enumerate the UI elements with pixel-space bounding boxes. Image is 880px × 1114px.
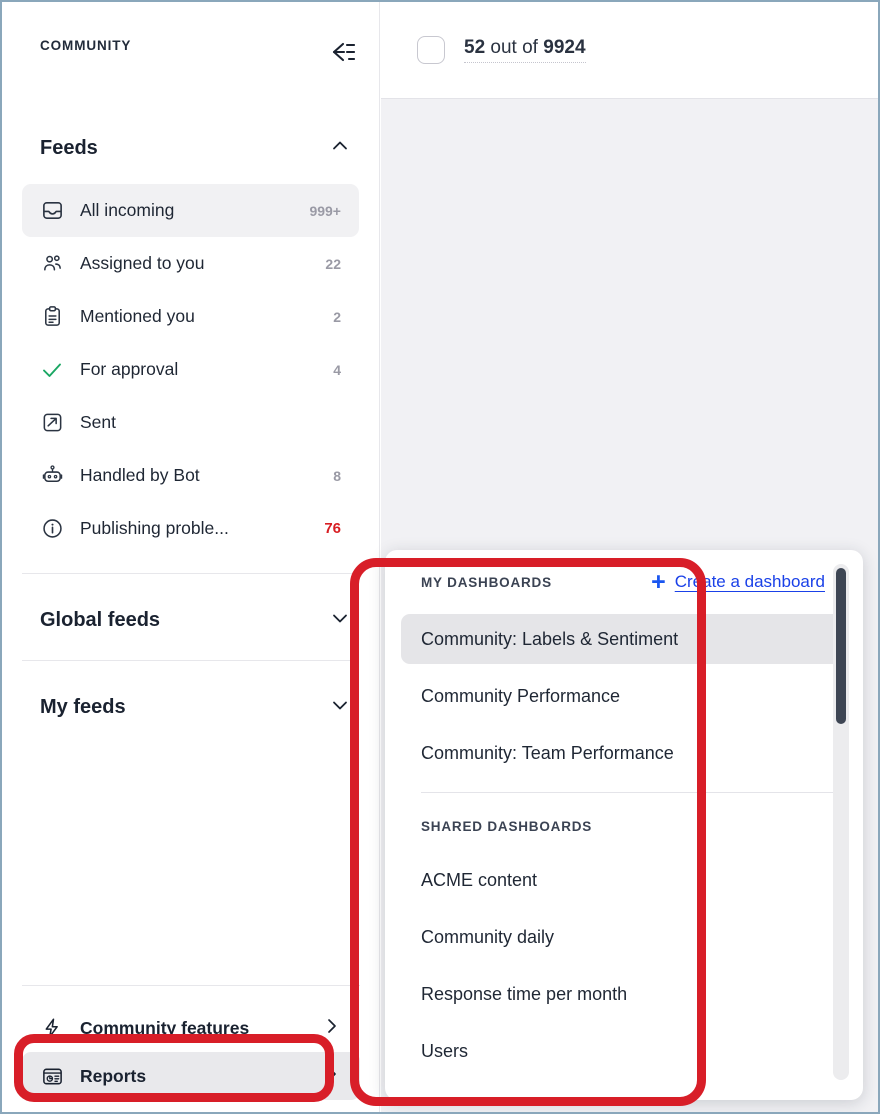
main-toolbar: 52 out of 9924 [381,2,878,99]
sidebar-item-label: Publishing proble... [80,518,316,539]
list-item[interactable]: Community Performance [401,671,847,721]
collapse-sidebar-icon[interactable] [327,38,357,66]
workspace-title: COMMUNITY [40,38,131,53]
chevron-right-icon[interactable] [322,1064,342,1089]
select-all-checkbox[interactable] [417,36,445,64]
lightning-icon [40,1016,64,1040]
list-item[interactable]: Response time per month [401,969,847,1019]
sidebar-item-count: 76 [324,520,341,537]
dashboard-label: Response time per month [421,984,627,1005]
shared-dashboards-list: ACME content Community daily Response ti… [385,855,863,1076]
plus-icon: + [651,570,666,595]
feeds-list: All incoming 999+ Assigned to you 22 [2,184,379,555]
sidebar-item-count: 22 [325,256,341,272]
total-count: 9924 [543,37,585,58]
dashboard-label: Community: Team Performance [421,743,674,764]
feeds-section-title: Feeds [40,137,98,160]
global-feeds-title: Global feeds [40,609,160,632]
sidebar-item-label: Assigned to you [80,253,317,274]
list-item[interactable]: ACME content [401,855,847,905]
robot-icon [40,464,64,488]
sidebar-item-label: Reports [80,1066,322,1087]
scrollbar-thumb[interactable] [836,568,846,724]
dashboard-label: Community daily [421,927,554,948]
my-dashboards-header: MY DASHBOARDS + Create a dashboard [385,550,863,614]
feeds-section-header[interactable]: Feeds [2,124,379,172]
chevron-up-icon[interactable] [329,135,351,162]
reports-icon [40,1064,64,1088]
sent-icon [40,411,64,435]
dashboards-flyout: MY DASHBOARDS + Create a dashboard Commu… [385,550,863,1100]
people-icon [40,252,64,276]
shared-dashboards-header: SHARED DASHBOARDS [385,793,863,855]
sidebar-divider [22,985,360,986]
sidebar-item-sent[interactable]: Sent [22,396,359,449]
sidebar-bottom-nav: Community features [2,985,380,1112]
clipboard-icon [40,305,64,329]
dashboards-flyout-content: MY DASHBOARDS + Create a dashboard Commu… [385,550,863,1100]
sidebar-item-label: Mentioned you [80,306,325,327]
sidebar-item-community-features[interactable]: Community features [22,1004,360,1052]
sidebar-header: COMMUNITY [2,2,379,98]
sidebar-item-count: 2 [333,309,341,325]
app-window: COMMUNITY Feeds [0,0,880,1114]
my-dashboards-title: MY DASHBOARDS [421,575,552,590]
list-item[interactable]: Users [401,1026,847,1076]
check-icon [40,358,64,382]
my-feeds-title: My feeds [40,696,126,719]
sidebar-item-for-approval[interactable]: For approval 4 [22,343,359,396]
chevron-right-icon[interactable] [322,1016,342,1041]
sidebar-item-count: 999+ [309,203,341,219]
sidebar-item-assigned-to-you[interactable]: Assigned to you 22 [22,237,359,290]
dashboard-label: ACME content [421,870,537,891]
sidebar: COMMUNITY Feeds [2,2,380,1112]
sidebar-item-all-incoming[interactable]: All incoming 999+ [22,184,359,237]
sidebar-item-count: 8 [333,468,341,484]
list-item[interactable]: Community: Labels & Sentiment [401,614,847,664]
sidebar-item-label: For approval [80,359,325,380]
selected-count: 52 [464,37,485,58]
create-dashboard-label: Create a dashboard [675,572,825,592]
info-icon [40,517,64,541]
sidebar-item-publishing-problems[interactable]: Publishing proble... 76 [22,502,359,555]
dashboard-label: Community Performance [421,686,620,707]
chevron-down-icon[interactable] [329,607,351,634]
create-dashboard-button[interactable]: + Create a dashboard [651,570,825,595]
my-feeds-section-header[interactable]: My feeds [2,661,379,747]
dashboard-label: Community: Labels & Sentiment [421,629,678,650]
sidebar-item-reports[interactable]: Reports [22,1052,360,1100]
inbox-icon [40,199,64,223]
shared-dashboards-title: SHARED DASHBOARDS [421,819,592,834]
list-item[interactable]: Community daily [401,912,847,962]
chevron-down-icon[interactable] [329,694,351,721]
sidebar-item-label: All incoming [80,200,301,221]
dashboard-label: Users [421,1041,468,1062]
sidebar-item-label: Sent [80,412,333,433]
selection-count[interactable]: 52 out of 9924 [464,37,586,63]
list-item[interactable]: Community: Team Performance [401,728,847,778]
count-middle-text: out of [485,37,543,58]
sidebar-item-count: 4 [333,362,341,378]
vertical-scrollbar[interactable] [833,564,849,1080]
sidebar-item-mentioned-you[interactable]: Mentioned you 2 [22,290,359,343]
global-feeds-section-header[interactable]: Global feeds [2,574,379,660]
my-dashboards-list: Community: Labels & Sentiment Community … [385,614,863,778]
sidebar-item-handled-by-bot[interactable]: Handled by Bot 8 [22,449,359,502]
sidebar-item-label: Community features [80,1018,322,1039]
sidebar-item-label: Handled by Bot [80,465,325,486]
